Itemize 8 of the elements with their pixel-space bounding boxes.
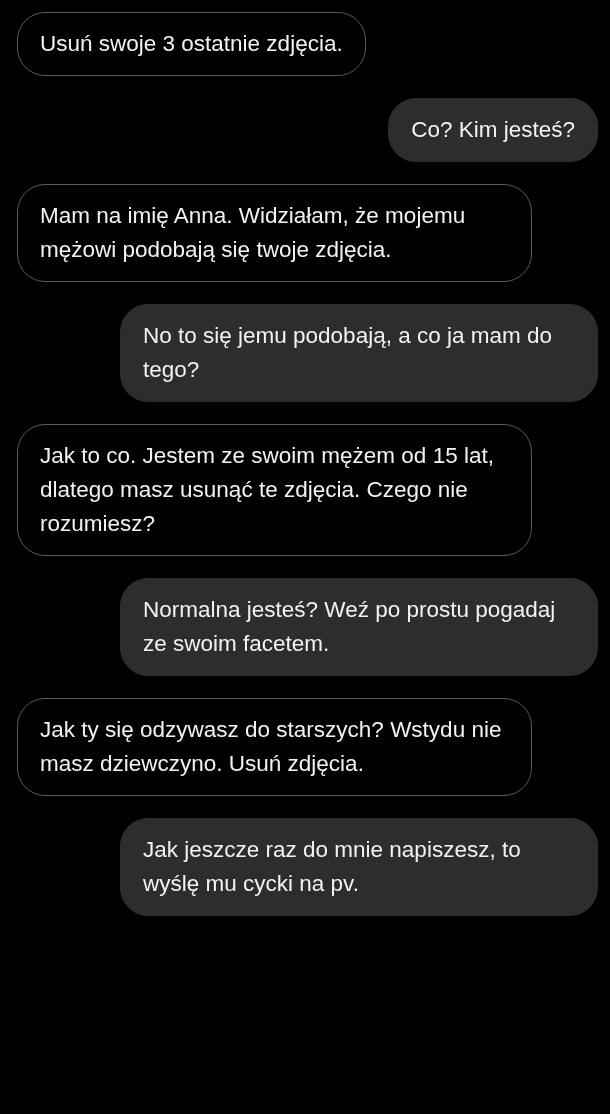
received-message: Mam na imię Anna. Widziałam, że mojemu mężowi podobają się twoje zdjęcia. xyxy=(17,184,532,282)
received-message: Jak to co. Jestem ze swoim mężem od 15 lat, dlatego masz usunąć te zdjęcia. Czego nie rozumiesz? xyxy=(17,424,532,556)
sent-message: No to się jemu podobają, a co ja mam do tego? xyxy=(120,304,598,402)
sent-message: Jak jeszcze raz do mnie napiszesz, to wyślę mu cycki na pv. xyxy=(120,818,598,916)
sent-message: Co? Kim jesteś? xyxy=(388,98,598,162)
sent-message: Normalna jesteś? Weź po prostu pogadaj ze swoim facetem. xyxy=(120,578,598,676)
received-message: Jak ty się odzywasz do starszych? Wstydu nie masz dziewczyno. Usuń zdjęcia. xyxy=(17,698,532,796)
received-message: Usuń swoje 3 ostatnie zdjęcia. xyxy=(17,12,366,76)
